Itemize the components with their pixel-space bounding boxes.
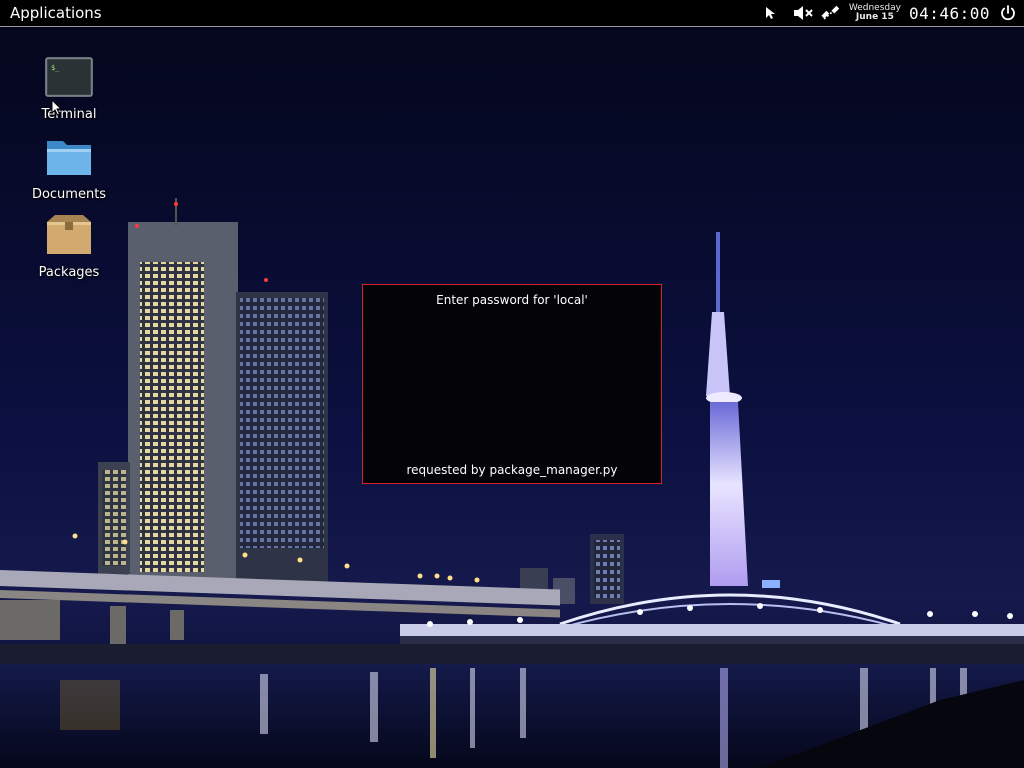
folder-icon [44,135,94,179]
volume-muted-icon[interactable] [793,3,813,23]
pointer-icon[interactable] [761,3,781,23]
svg-text:$_: $_ [51,64,60,72]
terminal-icon: $_ [44,55,94,99]
dialog-requester: requested by package_manager.py [406,463,618,477]
password-dialog[interactable]: Enter password for 'local' requested by … [362,284,662,484]
package-box-icon [44,213,94,257]
network-disconnected-icon[interactable] [821,3,841,23]
clock[interactable]: 04:46:00 [909,4,990,23]
desktop-icon-label: Terminal [41,107,97,122]
power-icon[interactable] [998,3,1018,23]
top-panel: Applications Wednesday June 15 04:46:00 [0,0,1024,27]
desktop-icon-label: Documents [31,187,107,202]
desktop-icon-terminal[interactable]: $_ Terminal [24,55,114,122]
date-display[interactable]: Wednesday June 15 [849,4,901,22]
dialog-prompt: Enter password for 'local' [436,293,588,307]
desktop-icon-documents[interactable]: Documents [24,135,114,202]
system-tray: Wednesday June 15 04:46:00 [761,0,1024,26]
mouse-cursor-icon [51,99,63,116]
date-day: June 15 [855,12,894,22]
desktop-icon-packages[interactable]: Packages [24,213,114,280]
applications-menu-button[interactable]: Applications [10,4,102,22]
desktop-icon-label: Packages [38,265,100,280]
